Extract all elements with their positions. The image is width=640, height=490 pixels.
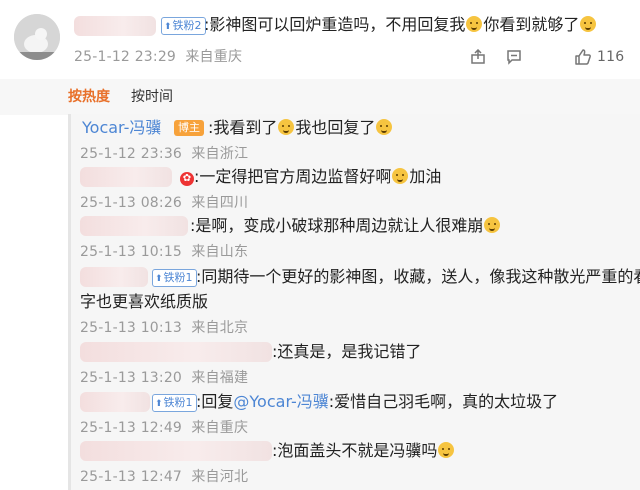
username-redacted[interactable] (80, 342, 272, 362)
cat-face-emoji-icon (580, 16, 597, 32)
level-up-icon: ⬆ (155, 399, 163, 409)
reply-text: :回复@Yocar-冯骥:爱惜自己羽毛啊，真的太垃圾了 (196, 392, 559, 411)
tab-sort-time[interactable]: 按时间 (131, 88, 173, 106)
reply-text: :我看到了 我也回复了 (208, 118, 393, 138)
username-redacted[interactable] (80, 392, 150, 412)
username-redacted[interactable] (74, 16, 156, 36)
reply-meta: 25-1-13 12:47 来自河北 (80, 469, 249, 485)
thumbs-up-icon[interactable] (574, 48, 592, 66)
like-count: 116 (597, 49, 625, 65)
comment-icon[interactable] (506, 49, 522, 65)
username-redacted[interactable] (80, 441, 272, 461)
username-redacted[interactable] (80, 167, 172, 187)
tab-sort-hot[interactable]: 按热度 (68, 88, 110, 106)
cat-face-emoji-icon (392, 168, 409, 184)
badge-icon: ✿ (180, 172, 194, 186)
reply-meta: 25-1-13 08:26 来自四川 (80, 195, 249, 211)
reply-text: :泡面盖头不就是冯骥吗 (272, 441, 455, 461)
cat-face-emoji-icon (484, 217, 501, 233)
comment-text: :影神图可以回炉重造吗，不用回复我 你看到就够了 (204, 15, 597, 35)
fan-level-badge: ⬆铁粉2 (161, 17, 206, 35)
username-redacted[interactable] (80, 216, 188, 236)
reply-text: :是啊，变成小破球那种周边就让人很难崩 (190, 216, 501, 236)
cat-face-emoji-icon (376, 119, 393, 135)
cat-face-emoji-icon (278, 119, 295, 135)
reply-author[interactable]: Yocar-冯骥 (82, 118, 161, 137)
reply-meta: 25-1-13 10:15 来自山东 (80, 244, 249, 260)
share-icon[interactable] (470, 49, 486, 65)
reply-text: :同期待一个更好的影神图，收藏，送人，像我这种散光严重的看文 (196, 267, 640, 286)
comment-meta: 25-1-12 23:29 来自重庆 (74, 49, 243, 65)
cat-face-emoji-icon (466, 16, 483, 32)
reply-text-continued: 字也更喜欢纸质版 (80, 292, 209, 311)
reply-meta: 25-1-13 10:13 来自北京 (80, 320, 249, 336)
mention-link[interactable]: @Yocar-冯骥 (233, 392, 328, 411)
reply-meta: 25-1-13 13:20 来自福建 (80, 370, 249, 386)
reply-text: :还真是，是我记错了 (272, 342, 422, 361)
fan-level-badge: ⬆铁粉1 (152, 394, 197, 412)
level-up-icon: ⬆ (155, 274, 163, 284)
reply-text: ✿:一定得把官方周边监督好啊 加油 (180, 167, 441, 187)
cat-face-emoji-icon (438, 442, 455, 458)
reply-meta: 25-1-13 12:49 来自重庆 (80, 420, 249, 436)
fan-level-badge: ⬆铁粉1 (152, 269, 197, 287)
owner-badge: 博主 (174, 120, 204, 136)
level-up-icon: ⬆ (164, 22, 172, 32)
username-redacted[interactable] (80, 267, 148, 287)
avatar[interactable] (14, 14, 60, 60)
reply-row: Yocar-冯骥 (82, 118, 161, 138)
reply-meta: 25-1-12 23:36 来自浙江 (80, 146, 249, 162)
